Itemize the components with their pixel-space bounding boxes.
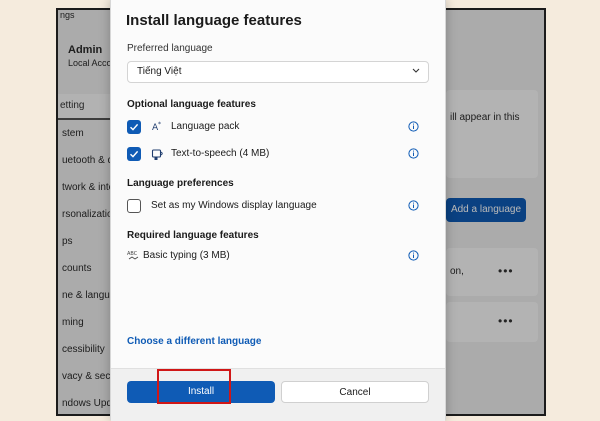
language-preferences-header: Language preferences [127,178,234,189]
cancel-button[interactable]: Cancel [281,381,429,403]
language-pack-icon: A * [152,121,161,133]
display-language-checkbox[interactable] [127,199,141,213]
optional-features-header: Optional language features [127,99,256,110]
chevron-down-icon [412,68,420,73]
dialog-title: Install language features [126,12,302,29]
text-to-speech-checkbox[interactable] [127,147,141,161]
svg-text:ABC: ABC [127,251,138,257]
choose-different-language-link[interactable]: Choose a different language [127,336,261,347]
svg-text:*: * [158,121,161,128]
basic-typing-row: ABC Basic typing (3 MB) [127,248,427,266]
text-to-speech-row[interactable]: Text-to-speech (4 MB) [127,146,427,164]
install-highlight-box [157,369,231,404]
basic-typing-label: Basic typing (3 MB) [143,250,230,261]
typing-icon: ABC [127,251,139,260]
required-features-header: Required language features [127,230,259,241]
preferred-language-value: Tiếng Việt [137,66,182,77]
info-icon[interactable] [408,200,419,211]
display-language-label: Set as my Windows display language [151,200,317,211]
preferred-language-select[interactable]: Tiếng Việt [127,61,429,83]
install-language-dialog: Install language features Preferred lang… [110,0,446,421]
preferred-language-label: Preferred language [127,43,213,54]
info-icon[interactable] [408,148,419,159]
text-to-speech-label: Text-to-speech (4 MB) [171,148,270,159]
language-pack-label: Language pack [171,121,240,132]
language-pack-checkbox[interactable] [127,120,141,134]
display-language-row[interactable]: Set as my Windows display language [127,198,427,216]
info-icon[interactable] [408,121,419,132]
info-icon[interactable] [408,250,419,261]
language-pack-row[interactable]: A * Language pack [127,119,427,137]
speech-icon [151,149,163,160]
